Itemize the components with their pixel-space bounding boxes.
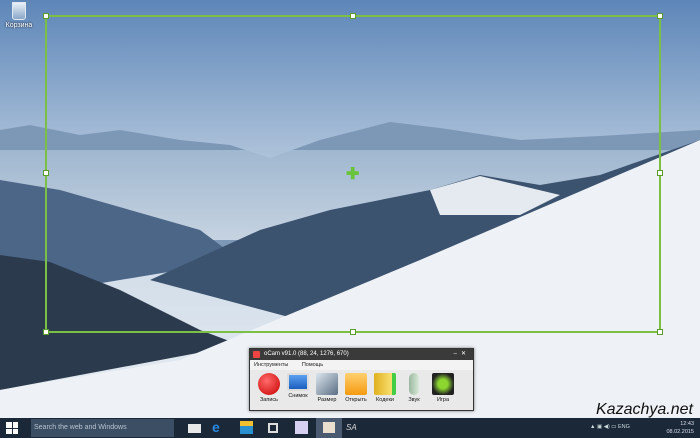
resize-handle-ne[interactable] [657,13,663,19]
edge-browser-icon[interactable]: e [212,420,225,434]
resize-handle-e[interactable] [657,170,663,176]
taskbar: Search the web and Windows e SA ▲ ▣ ◀) ▭… [0,418,700,438]
menu-bar: Инструменты Помощь [250,360,473,370]
codecs-button[interactable]: Кодеки [372,373,398,403]
store-icon[interactable] [268,423,278,433]
ocam-taskbar-button[interactable] [316,418,342,438]
resize-button[interactable]: Размер [314,373,340,403]
sa-label: SA [346,423,357,432]
game-button[interactable]: Игра [430,373,456,403]
minimize-button[interactable]: – [454,351,461,357]
resize-handle-nw[interactable] [43,13,49,19]
system-tray[interactable]: ▲ ▣ ◀) ▭ ENG [590,424,630,430]
ocam-window: oCam v91.0 (88, 24, 1276, 670) –✕ Инстру… [249,348,474,411]
watermark: Kazachya.net [596,401,693,418]
move-crosshair-icon[interactable]: ✚ [346,167,359,183]
resize-handle-sw[interactable] [43,329,49,335]
title-bar[interactable]: oCam v91.0 (88, 24, 1276, 670) –✕ [250,349,473,360]
open-button[interactable]: Открыть [343,373,369,403]
desktop-icon-label: Корзина [5,22,33,29]
start-button[interactable] [6,422,18,434]
file-explorer-icon[interactable] [240,421,253,434]
sound-button[interactable]: Звук [401,373,427,403]
resize-handle-n[interactable] [350,13,356,19]
task-view-icon[interactable] [188,424,201,433]
microphone-icon [409,373,419,395]
codec-icon [374,373,396,395]
menu-tools[interactable]: Инструменты [254,362,288,368]
folder-icon [345,373,367,395]
menu-help[interactable]: Помощь [302,362,323,368]
screenshot-button[interactable]: Снимок [285,373,311,403]
recycle-bin-icon [12,2,26,20]
nvidia-game-icon [432,373,454,395]
close-button[interactable]: ✕ [461,351,470,357]
language-indicator[interactable]: ENG [618,424,630,430]
record-button[interactable]: Запись [256,373,282,403]
clock[interactable]: 12:43 08.02.2015 [666,420,694,436]
ocam-logo-icon [253,351,260,358]
screenshot-monitor-icon [287,373,309,391]
search-input[interactable]: Search the web and Windows [31,419,174,437]
window-title: oCam v91.0 (88, 24, 1276, 670) [264,351,349,357]
resize-handle-w[interactable] [43,170,49,176]
desktop-icon-recycle-bin[interactable]: Корзина [4,2,34,29]
resize-icon [316,373,338,395]
resize-handle-s[interactable] [350,329,356,335]
resize-handle-se[interactable] [657,329,663,335]
floppy-app-icon[interactable] [295,421,308,434]
record-icon [258,373,280,395]
